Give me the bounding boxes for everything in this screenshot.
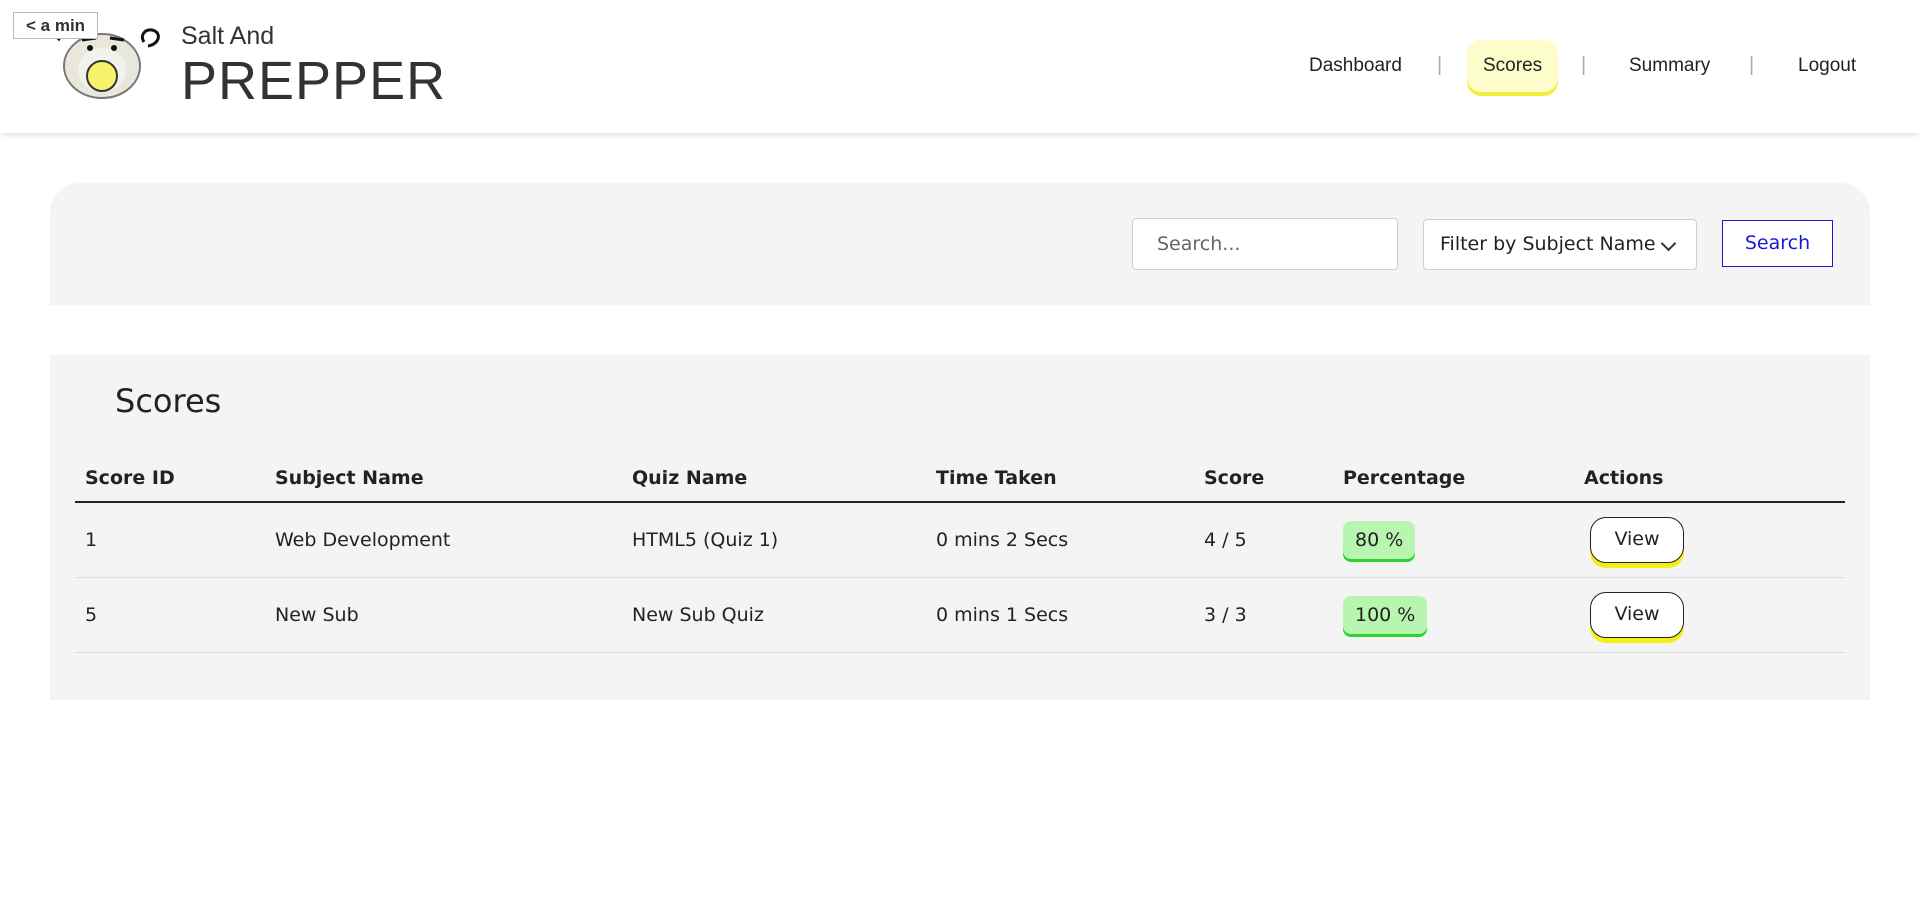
table-row: 5 New Sub New Sub Quiz 0 mins 1 Secs 3 /…: [75, 577, 1845, 653]
subject-filter-value: Filter by Subject Name: [1440, 233, 1656, 255]
cell-score: 3 / 3: [1194, 577, 1333, 653]
col-subject-name: Subject Name: [265, 455, 622, 503]
table-row: 1 Web Development HTML5 (Quiz 1) 0 mins …: [75, 502, 1845, 578]
cell-subject: New Sub: [265, 577, 622, 653]
cell-percentage: 100 %: [1333, 577, 1574, 653]
col-actions: Actions: [1574, 455, 1845, 503]
table-header-row: Score ID Subject Name Quiz Name Time Tak…: [75, 455, 1845, 503]
cell-quiz: New Sub Quiz: [622, 577, 926, 653]
cell-time: 0 mins 2 Secs: [926, 502, 1194, 578]
view-button[interactable]: View: [1590, 516, 1684, 563]
cell-score: 4 / 5: [1194, 502, 1333, 578]
logo-text-big: PREPPER: [181, 51, 447, 111]
percentage-badge: 100 %: [1343, 595, 1428, 634]
cell-time: 0 mins 1 Secs: [926, 577, 1194, 653]
logo-text-small: Salt And: [181, 22, 275, 50]
view-button[interactable]: View: [1590, 591, 1684, 638]
nav-separator: |: [1749, 54, 1755, 76]
cell-quiz: HTML5 (Quiz 1): [622, 502, 926, 578]
nav-scores[interactable]: Scores: [1467, 40, 1559, 92]
search-button[interactable]: Search: [1722, 220, 1833, 267]
chevron-down-icon: [1660, 235, 1677, 252]
cell-score-id: 5: [75, 577, 265, 653]
col-score-id: Score ID: [75, 455, 265, 503]
page-title: Scores: [115, 382, 222, 420]
col-score: Score: [1194, 455, 1333, 503]
col-time-taken: Time Taken: [926, 455, 1194, 503]
cell-actions: View: [1574, 502, 1845, 578]
cell-actions: View: [1574, 577, 1845, 653]
scores-table: Score ID Subject Name Quiz Name Time Tak…: [75, 455, 1845, 653]
timer-badge: < a min: [13, 12, 99, 39]
subject-filter-select[interactable]: Filter by Subject Name: [1423, 219, 1697, 270]
nav-logout[interactable]: Logout: [1782, 40, 1872, 92]
nav-separator: |: [1581, 54, 1587, 76]
cell-percentage: 80 %: [1333, 502, 1574, 578]
col-quiz-name: Quiz Name: [622, 455, 926, 503]
cell-score-id: 1: [75, 502, 265, 578]
search-input[interactable]: [1132, 218, 1398, 270]
nav-separator: |: [1437, 54, 1443, 76]
col-percentage: Percentage: [1333, 455, 1574, 503]
nav-summary[interactable]: Summary: [1613, 40, 1726, 92]
app-header: Salt And PREPPER Dashboard | Scores | Su…: [0, 0, 1920, 133]
nav-dashboard[interactable]: Dashboard: [1293, 40, 1418, 92]
cell-subject: Web Development: [265, 502, 622, 578]
percentage-badge: 80 %: [1343, 520, 1416, 559]
